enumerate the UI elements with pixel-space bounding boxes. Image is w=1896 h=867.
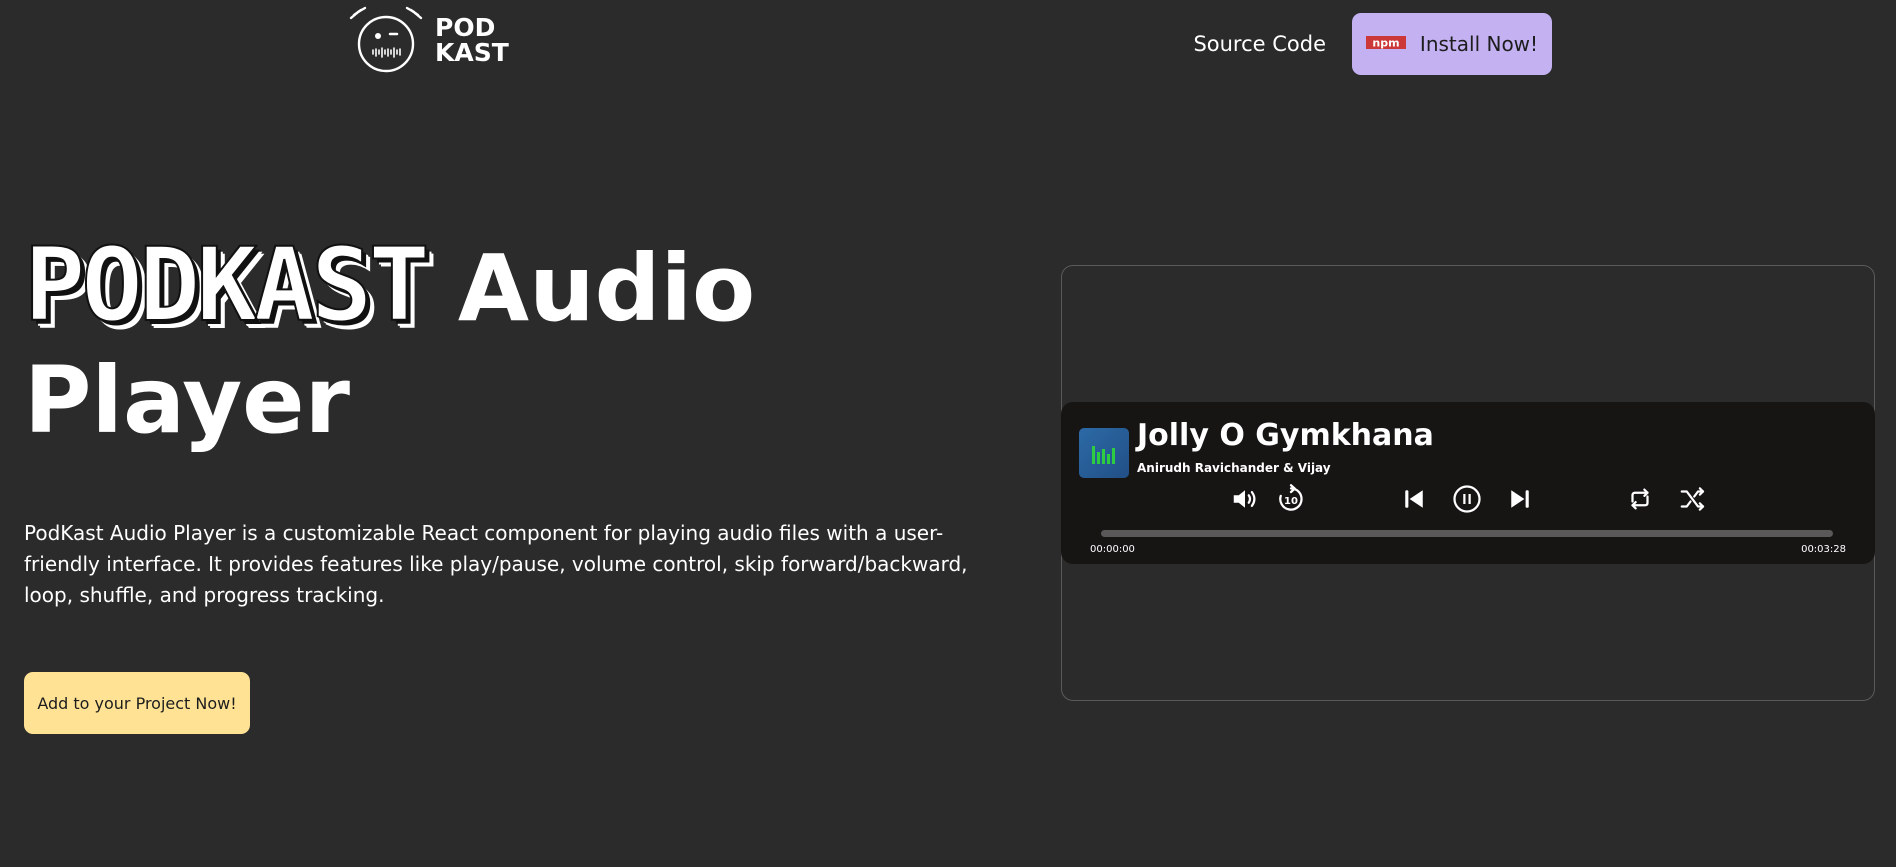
hero-title-player: Player: [24, 347, 350, 454]
logo-wordmark: POD KAST: [435, 15, 509, 65]
skip-10-button[interactable]: 10: [1275, 483, 1307, 515]
top-nav: Source Code npm Install Now!: [1193, 13, 1552, 75]
install-now-button[interactable]: npm Install Now!: [1352, 13, 1552, 75]
volume-icon: [1233, 490, 1256, 508]
progress-bar[interactable]: [1101, 530, 1833, 537]
next-button[interactable]: [1504, 483, 1536, 515]
svg-text:npm: npm: [1372, 37, 1399, 50]
current-time: 00:00:00: [1090, 544, 1135, 555]
podkast-logo[interactable]: POD KAST: [345, 4, 509, 76]
next-icon: [1511, 490, 1529, 508]
play-pause-button[interactable]: [1451, 483, 1483, 515]
shuffle-button[interactable]: [1677, 483, 1709, 515]
pause-icon: [1453, 485, 1481, 513]
logo-face-icon: [349, 6, 423, 73]
logo-line-pod: POD: [435, 13, 496, 42]
audio-player: Jolly O Gymkhana Anirudh Ravichander & V…: [1061, 402, 1875, 564]
hero-title: PODKAST Audio Player: [23, 229, 984, 457]
loop-icon: [1631, 488, 1649, 510]
hero-title-podkast: PODKAST: [23, 226, 431, 345]
install-now-label: Install Now!: [1419, 32, 1539, 56]
loop-button[interactable]: [1624, 483, 1656, 515]
track-duration: 00:03:28: [1801, 544, 1846, 555]
track-title: Jolly O Gymkhana: [1137, 418, 1434, 453]
add-to-project-button[interactable]: Add to your Project Now!: [24, 672, 250, 734]
source-code-link[interactable]: Source Code: [1193, 32, 1326, 56]
npm-icon: npm: [1365, 36, 1406, 50]
previous-button[interactable]: [1398, 483, 1430, 515]
audio-bars-icon: [1092, 446, 1115, 464]
hero-title-audio: Audio: [457, 235, 756, 342]
skip-10-icon: 10: [1279, 484, 1303, 511]
volume-button[interactable]: [1229, 483, 1261, 515]
track-artist: Anirudh Ravichander & Vijay: [1137, 461, 1331, 475]
hero-description: PodKast Audio Player is a customizable R…: [24, 521, 968, 607]
shuffle-icon: [1680, 487, 1705, 511]
track-cover: [1079, 428, 1129, 478]
logo-line-kast: KAST: [435, 38, 509, 67]
previous-icon: [1405, 490, 1423, 508]
site-header: POD KAST Source Code npm Install Now!: [0, 0, 1896, 90]
svg-text:10: 10: [1284, 496, 1298, 507]
